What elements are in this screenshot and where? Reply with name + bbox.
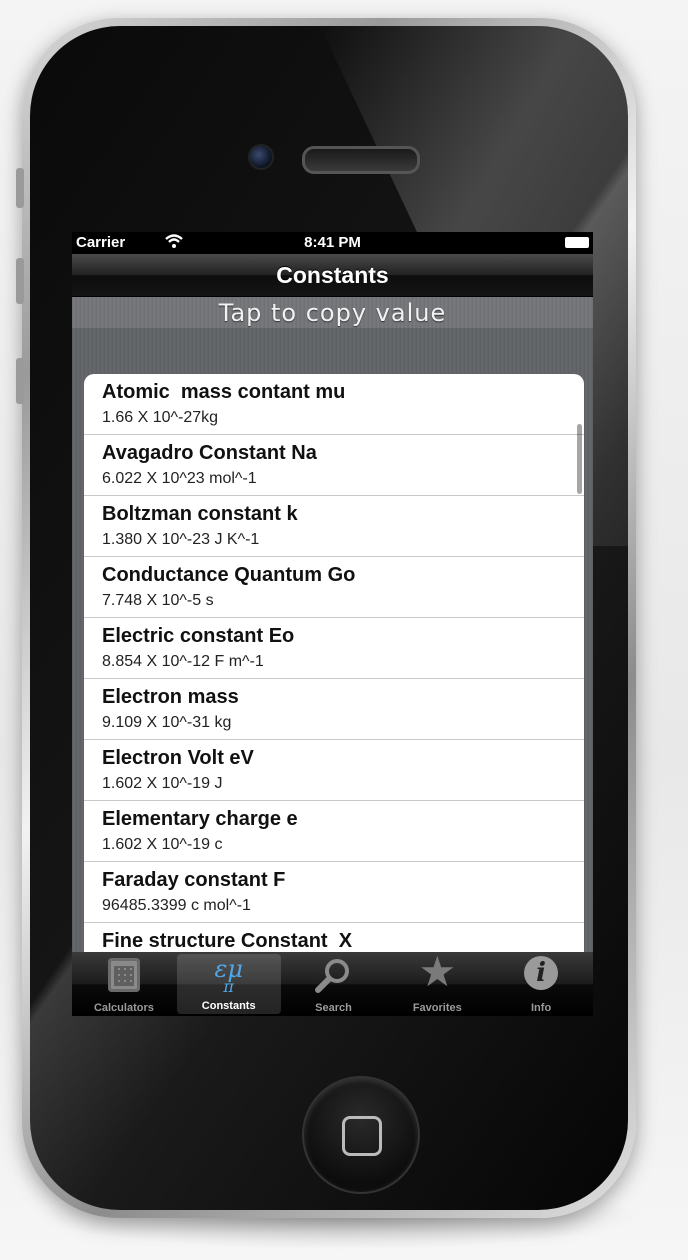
search-icon: [313, 956, 353, 996]
constant-value: 7.748 X 10^-5 s: [102, 592, 214, 609]
constant-name: Conductance Quantum Go: [102, 564, 356, 586]
constant-name: Atomic mass contant mu: [102, 381, 346, 403]
constant-value: 6.022 X 10^23 mol^-1: [102, 470, 257, 487]
battery-icon: [565, 237, 589, 248]
constant-name: Electron Volt eV: [102, 747, 254, 769]
constants-icon: εμ π: [214, 955, 243, 996]
constant-value: 1.602 X 10^-19 J: [102, 775, 223, 792]
constant-value: 1.66 X 10^-27kg: [102, 409, 219, 426]
phone-screen: Carrier 8:41 PM Constants Tap to copy va…: [72, 232, 593, 1016]
volume-up-button: [16, 258, 24, 304]
list-item[interactable]: Conductance Quantum Go 7.748 X 10^-5 s: [84, 557, 584, 618]
volume-down-button: [16, 358, 24, 404]
tab-label: Info: [531, 1002, 552, 1014]
tab-label: Favorites: [412, 1002, 462, 1014]
list-item[interactable]: Fine structure Constant X: [84, 923, 584, 954]
constant-name: Electric constant Eo: [102, 625, 295, 647]
star-icon: ★: [418, 948, 457, 995]
mute-switch: [16, 168, 24, 208]
list-item[interactable]: Avagadro Constant Na 6.022 X 10^23 mol^-…: [84, 435, 584, 496]
list-item[interactable]: Electron Volt eV 1.602 X 10^-19 J: [84, 740, 584, 801]
constants-list[interactable]: Atomic mass contant mu 1.66 X 10^-27kg A…: [84, 374, 584, 954]
copy-hint-banner: Tap to copy value: [72, 297, 593, 329]
calculator-icon: [107, 958, 140, 992]
constant-value: 1.380 X 10^-23 J K^-1: [102, 531, 260, 548]
home-square-icon: [342, 1116, 382, 1156]
constant-value: 9.109 X 10^-31 kg: [102, 714, 232, 731]
list-item[interactable]: Atomic mass contant mu 1.66 X 10^-27kg: [84, 374, 584, 435]
status-bar: Carrier 8:41 PM: [72, 232, 593, 254]
constant-name: Fine structure Constant X: [102, 930, 353, 952]
constants-content: Atomic mass contant mu 1.66 X 10^-27kg A…: [72, 328, 593, 954]
constant-value: 1.602 X 10^-19 c: [102, 836, 223, 853]
constant-value: 96485.3399 c mol^-1: [102, 897, 251, 914]
tab-label: Constants: [201, 1000, 256, 1012]
tab-favorites[interactable]: ★ Favorites: [385, 948, 489, 1016]
list-item[interactable]: Boltzman constant k 1.380 X 10^-23 J K^-…: [84, 496, 584, 557]
home-button[interactable]: [302, 1076, 420, 1194]
tab-label: Calculators: [93, 1002, 154, 1014]
list-item[interactable]: Faraday constant F 96485.3399 c mol^-1: [84, 862, 584, 923]
info-icon: i: [524, 956, 559, 990]
list-item[interactable]: Electron mass 9.109 X 10^-31 kg: [84, 679, 584, 740]
front-camera: [248, 144, 274, 170]
constant-name: Elementary charge e: [102, 808, 298, 830]
clock: 8:41 PM: [304, 234, 361, 251]
navigation-bar: Constants: [72, 254, 593, 297]
list-item[interactable]: Elementary charge e 1.602 X 10^-19 c: [84, 801, 584, 862]
constant-name: Electron mass: [102, 686, 239, 708]
tab-bar: Calculators εμ π Constants Search ★ Favo…: [72, 948, 593, 1016]
constant-name: Boltzman constant k: [102, 503, 298, 525]
tab-constants[interactable]: εμ π Constants: [176, 954, 281, 1014]
page-title: Constants: [276, 262, 389, 288]
tab-calculators[interactable]: Calculators: [72, 952, 176, 1016]
list-item[interactable]: Electric constant Eo 8.854 X 10^-12 F m^…: [84, 618, 584, 679]
tab-search[interactable]: Search: [282, 952, 386, 1016]
constant-value: 8.854 X 10^-12 F m^-1: [102, 653, 264, 670]
constant-name: Avagadro Constant Na: [102, 442, 317, 464]
constant-name: Faraday constant F: [102, 869, 286, 891]
list-scrollbar[interactable]: [577, 424, 582, 494]
tab-info[interactable]: i Info: [489, 952, 593, 1016]
earpiece-speaker: [302, 146, 420, 174]
tab-label: Search: [315, 1002, 352, 1014]
